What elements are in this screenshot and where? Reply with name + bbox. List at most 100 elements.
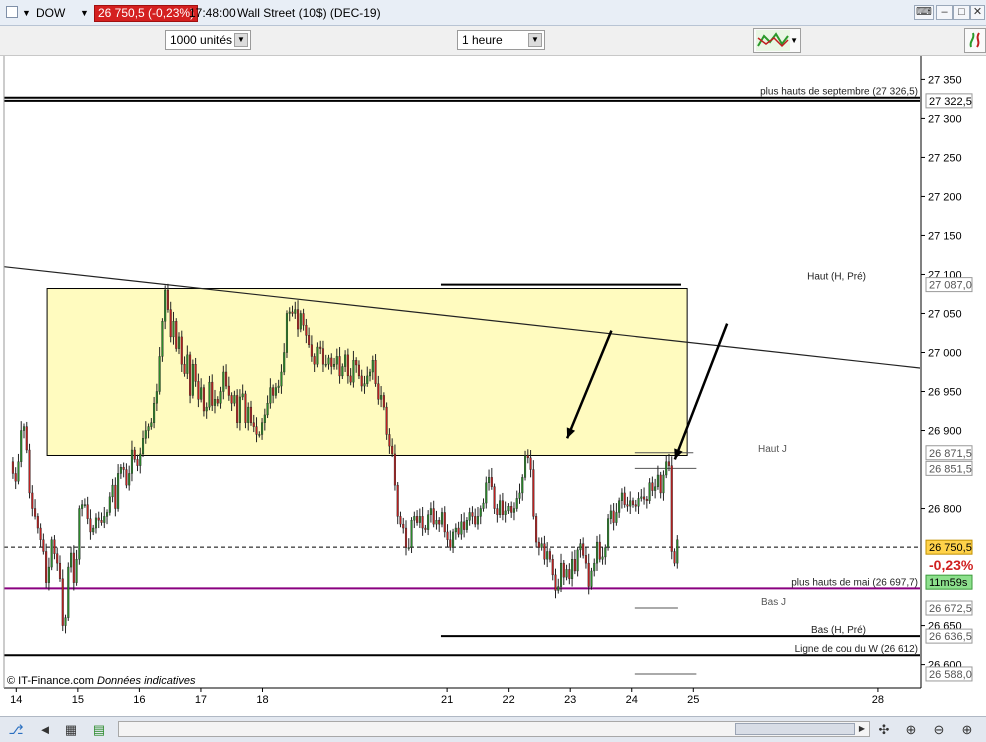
- scrollbar-thumb[interactable]: [735, 723, 855, 735]
- candle-body: [97, 517, 100, 521]
- candle-body: [504, 510, 507, 515]
- candle-body: [496, 508, 499, 515]
- chart-annotation: plus hauts de mai (26 697,7): [791, 577, 918, 588]
- data-table-icon[interactable]: ▤: [90, 721, 108, 739]
- candle-body: [515, 498, 518, 509]
- candle-body: [302, 313, 305, 326]
- candle-body: [166, 289, 169, 310]
- candle-body: [17, 461, 20, 482]
- candle-body: [476, 516, 480, 525]
- indicators-button[interactable]: ▼: [753, 28, 801, 53]
- candle-body: [643, 496, 646, 500]
- minimize-icon[interactable]: –: [936, 5, 953, 20]
- indicators-icon: [756, 30, 790, 51]
- candle-body: [180, 336, 183, 365]
- candle-body: [573, 559, 576, 572]
- horizontal-scrollbar[interactable]: ▶: [118, 721, 870, 737]
- candle-body: [385, 406, 388, 435]
- candle-body: [252, 422, 255, 427]
- candle-body: [130, 449, 133, 474]
- candle-body: [499, 500, 502, 515]
- candle-body: [529, 457, 532, 470]
- y-axis-label: 26 800: [928, 504, 962, 516]
- interval-select[interactable]: 1 heure ▼: [457, 30, 545, 50]
- candle-body: [548, 551, 551, 560]
- chevron-down-icon[interactable]: ▼: [22, 6, 31, 20]
- chevron-down-icon[interactable]: ▼: [80, 6, 89, 20]
- title-bar: ▼ DOW ▼ 26 750,5 (-0,23%) 17:48:00 Wall …: [0, 0, 986, 26]
- candle-body: [623, 492, 626, 505]
- zoom-area-icon[interactable]: ⊕: [902, 721, 920, 739]
- candle-body: [50, 539, 53, 568]
- crosshair-icon[interactable]: ✣: [875, 721, 893, 739]
- x-axis-label: 14: [10, 694, 22, 706]
- candle-body: [540, 543, 543, 548]
- price-chart[interactable]: 27 35027 30027 25027 20027 15027 10027 0…: [0, 56, 986, 716]
- candle-body: [518, 492, 521, 499]
- candle-body: [471, 512, 474, 517]
- candle-body: [648, 482, 651, 501]
- zoom-in-icon[interactable]: ⊕: [958, 721, 976, 739]
- share-icon[interactable]: ⎇: [7, 721, 25, 739]
- candle-body: [338, 356, 341, 377]
- candle-body: [526, 455, 529, 459]
- print-icon[interactable]: ▦: [62, 721, 80, 739]
- candle-body: [346, 354, 349, 377]
- chevron-down-icon[interactable]: ▼: [528, 33, 542, 47]
- candle-body: [263, 414, 266, 423]
- window-menu-icon[interactable]: [6, 6, 18, 18]
- zoom-out-icon[interactable]: ⊖: [930, 721, 948, 739]
- draw-tools-icon[interactable]: [964, 28, 986, 53]
- price-tag-label: 11m59s: [929, 577, 968, 589]
- candle-body: [333, 363, 336, 367]
- candle-body: [144, 430, 147, 439]
- candle-body: [413, 516, 416, 521]
- candle-body: [205, 406, 208, 412]
- candle-body: [612, 510, 615, 523]
- candle-body: [554, 574, 557, 591]
- candle-body: [402, 523, 405, 529]
- x-axis-label: 28: [872, 694, 884, 706]
- candle-body: [34, 508, 37, 517]
- candle-body: [236, 395, 239, 423]
- candle-body: [615, 512, 618, 523]
- candle-body: [344, 354, 347, 367]
- maximize-icon[interactable]: □: [953, 5, 970, 20]
- candle-body: [357, 364, 360, 377]
- candle-body: [86, 504, 89, 519]
- candle-body: [485, 482, 488, 504]
- units-select[interactable]: 1000 unités ▼: [165, 30, 251, 50]
- price-tag-label: 26 672,5: [929, 603, 972, 615]
- candle-body: [654, 486, 657, 491]
- candle-body: [36, 516, 39, 529]
- candle-body: [72, 552, 75, 583]
- candle-body: [92, 527, 95, 533]
- candle-body: [651, 482, 654, 491]
- candle-body: [404, 527, 408, 548]
- candle-body: [136, 459, 139, 466]
- y-axis-label: 26 900: [928, 426, 962, 438]
- candle-body: [557, 586, 560, 591]
- back-icon[interactable]: ◄: [36, 721, 54, 739]
- chevron-down-icon[interactable]: ▼: [790, 36, 798, 45]
- candle-body: [249, 406, 253, 423]
- chart-area[interactable]: 27 350 27 300 27 250 27 200 27 150 27 100 27 0…: [0, 56, 986, 716]
- candle-body: [150, 422, 153, 427]
- candle-body: [512, 508, 515, 513]
- candle-body: [418, 516, 421, 523]
- candle-body: [535, 516, 538, 543]
- keyboard-icon[interactable]: ⌨: [914, 5, 934, 20]
- candle-body: [241, 393, 244, 398]
- candle-body: [244, 393, 247, 423]
- candle-body: [670, 465, 673, 552]
- price-change-badge: 26 750,5 (-0,23%): [94, 5, 199, 22]
- close-icon[interactable]: ✕: [970, 5, 985, 20]
- candle-body: [595, 541, 599, 564]
- scroll-right-icon[interactable]: ▶: [856, 723, 868, 735]
- candle-body: [659, 474, 662, 494]
- candle-body: [277, 385, 280, 388]
- candle-body: [28, 449, 31, 494]
- candle-body: [490, 477, 493, 487]
- chevron-down-icon[interactable]: ▼: [234, 33, 248, 47]
- candle-body: [667, 461, 671, 466]
